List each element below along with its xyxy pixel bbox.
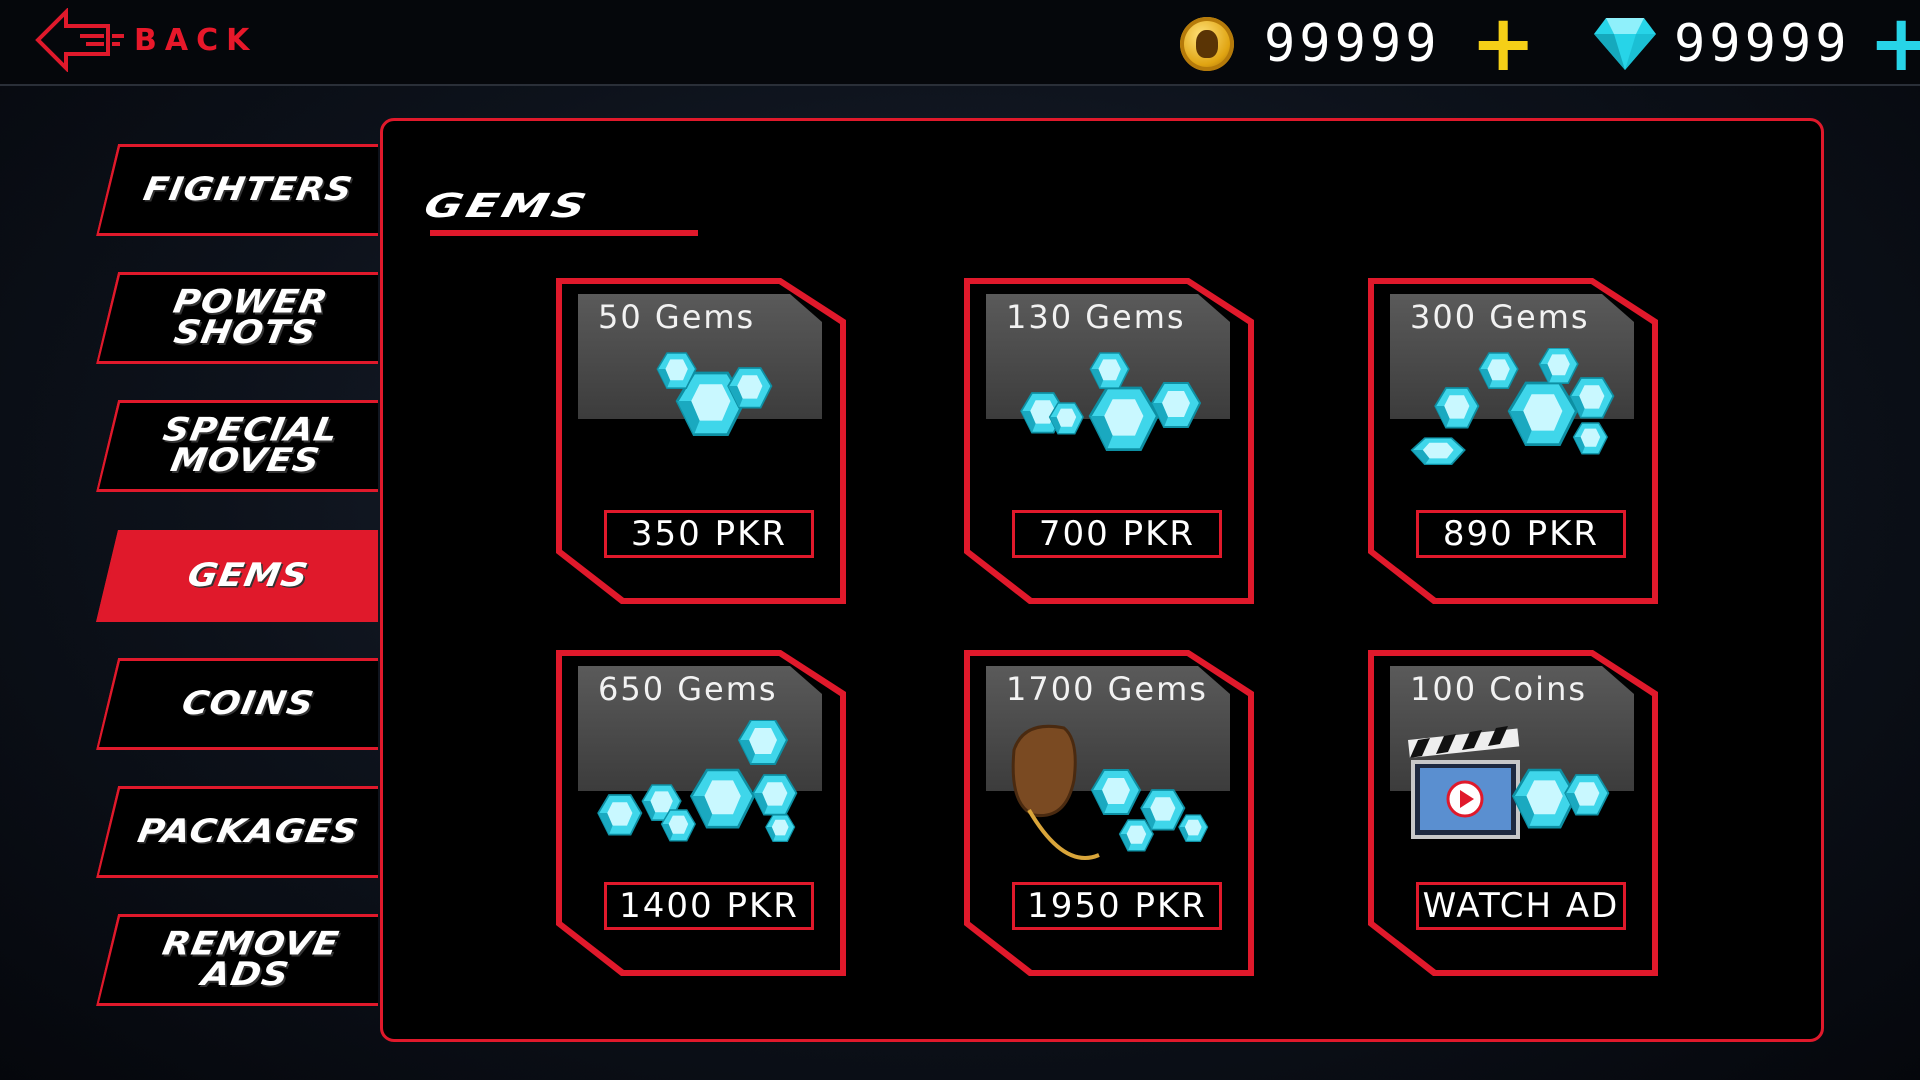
section-underline: [430, 230, 698, 236]
video-clapper-icon: [1408, 726, 1610, 839]
back-button[interactable]: BACK: [34, 8, 257, 72]
tab-special-moves[interactable]: SPECIAL MOVES: [96, 400, 378, 492]
add-gems-button[interactable]: +: [1869, 5, 1920, 83]
gem-pack-card[interactable]: 650 Gems 1400 PKR: [556, 650, 846, 976]
price-button[interactable]: 1950 PKR: [1012, 882, 1222, 930]
gem-balance: 99999: [1674, 14, 1851, 74]
price-button[interactable]: 350 PKR: [604, 510, 814, 558]
gem-heap-icon: [597, 720, 798, 843]
card-title: 130 Gems: [1006, 298, 1186, 336]
price-button[interactable]: 700 PKR: [1012, 510, 1222, 558]
top-bar: BACK 99999 + 99999 +: [0, 0, 1920, 86]
card-title: 1700 Gems: [1006, 670, 1208, 708]
card-title: 650 Gems: [598, 670, 778, 708]
tab-label: COINS: [179, 685, 318, 722]
tab-label: POWER SHOTS: [170, 283, 332, 352]
tab-fighters[interactable]: FIGHTERS: [96, 144, 378, 236]
add-coins-button[interactable]: +: [1471, 5, 1536, 83]
diamond-icon: [1594, 18, 1656, 70]
gem-small-icon: [656, 352, 773, 437]
section-title: GEMS: [420, 186, 595, 225]
watch-ad-card[interactable]: 100 Coins WATCH AD: [1368, 650, 1658, 976]
tab-label: SPECIAL MOVES: [160, 411, 342, 480]
tab-power-shots[interactable]: POWER SHOTS: [96, 272, 378, 364]
gem-pile-large-icon: [1410, 348, 1615, 466]
gem-pack-card[interactable]: 130 Gems 700 PKR: [964, 278, 1254, 604]
price-button[interactable]: 890 PKR: [1416, 510, 1626, 558]
coin-counter: 99999 +: [1180, 5, 1536, 83]
gem-counter: 99999 +: [1592, 5, 1920, 83]
tab-coins[interactable]: COINS: [96, 658, 378, 750]
tab-remove-ads[interactable]: REMOVE ADS: [96, 914, 378, 1006]
coin-balance: 99999: [1264, 14, 1441, 74]
tab-packages[interactable]: PACKAGES: [96, 786, 378, 878]
card-title: 50 Gems: [598, 298, 756, 336]
watch-ad-button[interactable]: WATCH AD: [1416, 882, 1626, 930]
price-button[interactable]: 1400 PKR: [604, 882, 814, 930]
back-label: BACK: [134, 22, 258, 58]
back-arrow-icon: [35, 8, 124, 72]
tab-label: PACKAGES: [134, 813, 362, 850]
gem-pack-card[interactable]: 50 Gems 350 PKR: [556, 278, 846, 604]
card-title: 100 Coins: [1410, 670, 1588, 708]
tab-label: REMOVE ADS: [159, 925, 342, 994]
gem-sack-icon: [1011, 724, 1209, 860]
tab-gems[interactable]: GEMS: [96, 530, 378, 622]
coin-icon: [1180, 17, 1234, 71]
gem-pack-card[interactable]: 1700 Gems 1950 PKR: [964, 650, 1254, 976]
gem-pack-card[interactable]: 300 Gems 890 PKR: [1368, 278, 1658, 604]
gem-pile-icon: [1020, 352, 1201, 452]
tab-label: GEMS: [184, 557, 312, 594]
card-title: 300 Gems: [1410, 298, 1590, 336]
tab-label: FIGHTERS: [140, 171, 356, 208]
